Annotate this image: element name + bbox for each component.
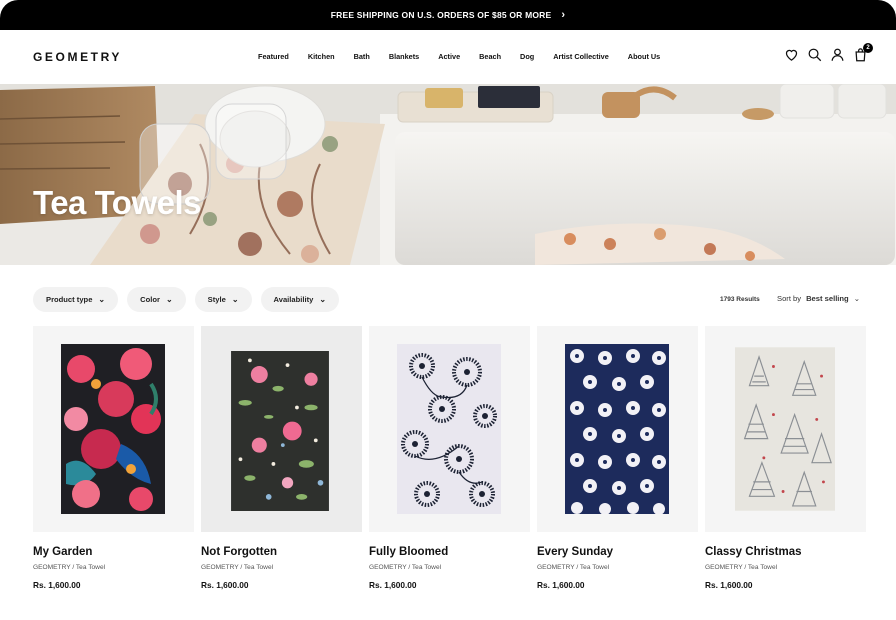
product-name[interactable]: Fully Bloomed: [369, 546, 530, 558]
results-count: 1793 Results: [720, 296, 760, 303]
towel-not-forgotten: [231, 351, 329, 511]
sort-value: Best selling: [806, 294, 849, 303]
product-image[interactable]: [369, 326, 530, 532]
product-image[interactable]: [201, 326, 362, 532]
hero-image: [0, 84, 896, 265]
nav-beach[interactable]: Beach: [479, 52, 501, 61]
product-name[interactable]: My Garden: [33, 546, 194, 558]
product-meta: GEOMETRY / Tea Towel: [369, 564, 442, 571]
chevron-right-icon: ›: [561, 8, 566, 21]
cart-count-badge: 2: [863, 43, 873, 53]
nav-kitchen[interactable]: Kitchen: [308, 52, 335, 61]
filter-bar: Product type ⌄ Color ⌄ Style ⌄ Availabil…: [33, 287, 340, 312]
product-card[interactable]: Not Forgotten GEOMETRY / Tea Towel Rs. 1…: [201, 326, 362, 590]
nav-blankets[interactable]: Blankets: [389, 52, 419, 61]
product-price: Rs. 1,600.00: [369, 580, 417, 590]
chevron-down-icon: ⌄: [853, 294, 861, 303]
heart-icon[interactable]: [784, 47, 799, 62]
filter-label: Availability: [273, 295, 314, 304]
header-icons: 2: [784, 43, 873, 62]
towel-every-sunday: [565, 344, 669, 514]
product-image[interactable]: [537, 326, 698, 532]
search-icon[interactable]: [807, 47, 822, 62]
hero-banner: Tea Towels: [0, 84, 896, 265]
product-name[interactable]: Every Sunday: [537, 546, 698, 558]
product-image[interactable]: [33, 326, 194, 532]
product-image[interactable]: [705, 326, 866, 532]
nav-artist-collective[interactable]: Artist Collective: [553, 52, 609, 61]
nav-bath[interactable]: Bath: [354, 52, 370, 61]
announcement-text: FREE SHIPPING ON U.S. ORDERS OF $85 OR M…: [330, 10, 552, 20]
product-card[interactable]: Fully Bloomed GEOMETRY / Tea Towel Rs. 1…: [369, 326, 530, 590]
cart-button[interactable]: 2: [853, 43, 873, 62]
towel-fully-bloomed: [397, 344, 501, 514]
towel-classy-christmas: [735, 347, 835, 511]
logo[interactable]: GEOMETRY: [33, 50, 122, 64]
filter-label: Color: [140, 295, 160, 304]
nav-active[interactable]: Active: [438, 52, 460, 61]
page-title: Tea Towels: [33, 184, 202, 221]
filter-color[interactable]: Color ⌄: [127, 287, 186, 312]
product-card[interactable]: Classy Christmas GEOMETRY / Tea Towel Rs…: [705, 326, 866, 590]
product-name[interactable]: Classy Christmas: [705, 546, 866, 558]
filter-style[interactable]: Style ⌄: [194, 287, 252, 312]
nav-dog[interactable]: Dog: [520, 52, 534, 61]
product-name[interactable]: Not Forgotten: [201, 546, 362, 558]
sort-label: Sort by: [777, 294, 802, 303]
chevron-down-icon: ⌄: [165, 295, 173, 304]
product-meta: GEOMETRY / Tea Towel: [705, 564, 778, 571]
nav-featured[interactable]: Featured: [258, 52, 289, 61]
nav-about-us[interactable]: About Us: [628, 52, 660, 61]
chevron-down-icon: ⌄: [231, 295, 239, 304]
filter-availability[interactable]: Availability ⌄: [260, 287, 340, 312]
filter-product-type[interactable]: Product type ⌄: [33, 287, 119, 312]
product-grid: My Garden GEOMETRY / Tea Towel Rs. 1,600…: [33, 326, 866, 590]
chevron-down-icon: ⌄: [98, 295, 106, 304]
account-icon[interactable]: [830, 47, 845, 62]
filter-label: Product type: [46, 295, 93, 304]
product-meta: GEOMETRY / Tea Towel: [33, 564, 106, 571]
product-meta: GEOMETRY / Tea Towel: [201, 564, 274, 571]
product-card[interactable]: My Garden GEOMETRY / Tea Towel Rs. 1,600…: [33, 326, 194, 590]
product-price: Rs. 1,600.00: [201, 580, 249, 590]
chevron-down-icon: ⌄: [319, 295, 327, 304]
towel-my-garden: [61, 344, 165, 514]
product-price: Rs. 1,600.00: [33, 580, 81, 590]
filter-label: Style: [207, 295, 226, 304]
product-meta: GEOMETRY / Tea Towel: [537, 564, 610, 571]
sort-control[interactable]: Sort by Best selling ⌄: [777, 294, 860, 303]
announcement-bar[interactable]: FREE SHIPPING ON U.S. ORDERS OF $85 OR M…: [0, 0, 896, 30]
site-header: GEOMETRY Featured Kitchen Bath Blankets …: [0, 30, 896, 84]
product-price: Rs. 1,600.00: [705, 580, 753, 590]
product-price: Rs. 1,600.00: [537, 580, 585, 590]
main-nav: Featured Kitchen Bath Blankets Active Be…: [258, 52, 679, 61]
product-card[interactable]: Every Sunday GEOMETRY / Tea Towel Rs. 1,…: [537, 326, 698, 590]
